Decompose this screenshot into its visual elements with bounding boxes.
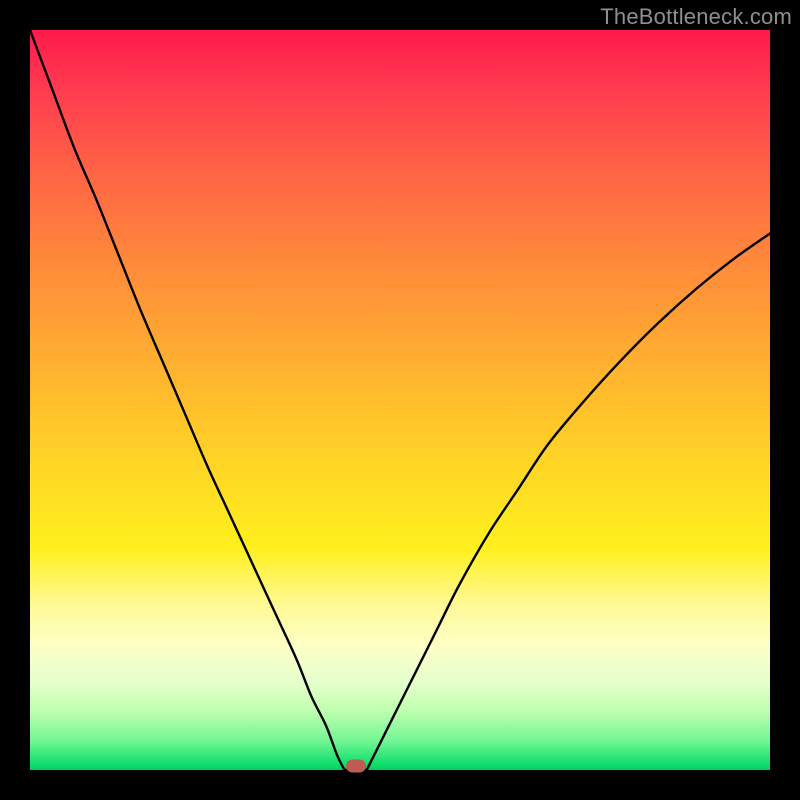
watermark-text: TheBottleneck.com <box>600 4 792 30</box>
optimal-point-marker <box>346 760 366 773</box>
plot-area <box>30 30 770 770</box>
bottleneck-curve <box>30 30 770 770</box>
chart-frame: TheBottleneck.com <box>0 0 800 800</box>
